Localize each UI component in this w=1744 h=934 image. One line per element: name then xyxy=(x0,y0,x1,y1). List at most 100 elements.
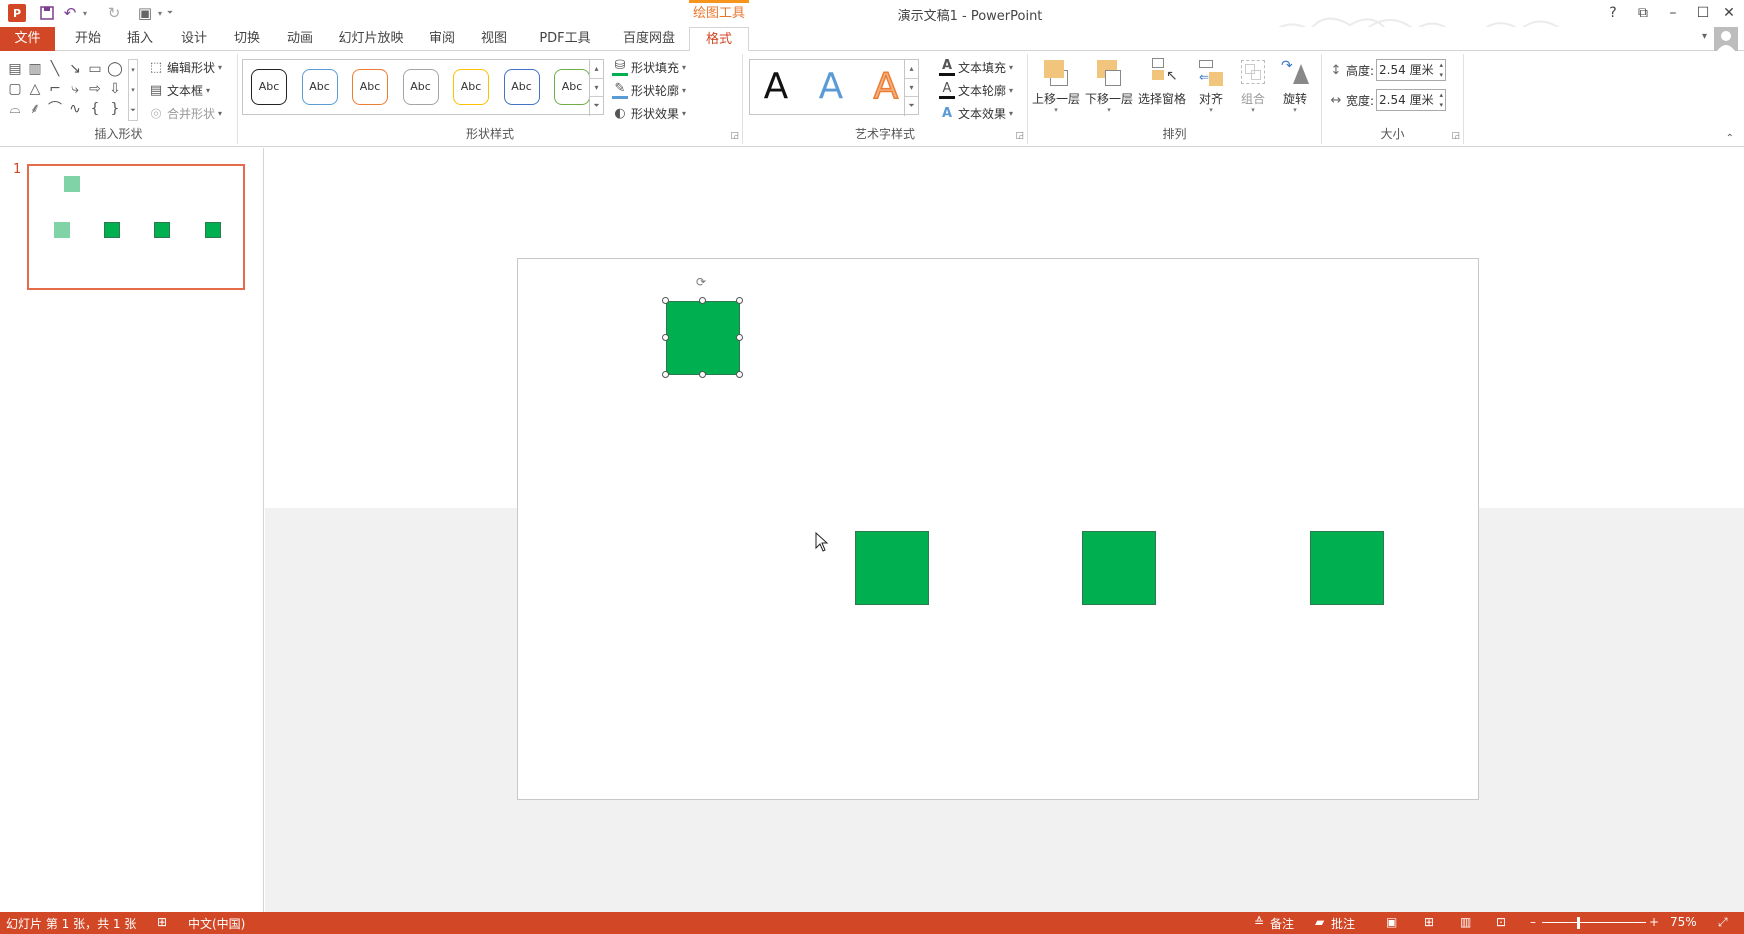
shape-option-icon[interactable]: ⤷ xyxy=(66,79,84,99)
height-spinner-icon[interactable]: ▴ ▾ xyxy=(1440,60,1444,80)
shape-style-option[interactable]: Abc xyxy=(301,69,338,105)
group-button[interactable]: 组合 ▾ xyxy=(1233,56,1273,116)
shape-fill-button[interactable]: ⛁ 形状填充 ▾ xyxy=(612,57,686,77)
normal-view-icon[interactable]: ▣ xyxy=(1386,915,1397,929)
shape-option-icon[interactable]: ╲ xyxy=(46,59,64,79)
edit-shape-button[interactable]: ⬚ 编辑形状 ▾ xyxy=(148,57,222,77)
spell-check-icon[interactable]: ⊞ xyxy=(157,915,167,929)
shapes-gallery[interactable]: ▤ ▥ ╲ ↘ ▭ ◯ ▢ △ ⌐ ⤷ ⇨ ⇩ ⌓ ⸙ ⌒ ∿{} xyxy=(6,59,128,119)
shape-option-icon[interactable]: ⌒ xyxy=(46,99,64,119)
shape-option-icon[interactable]: ⌓ xyxy=(6,99,24,119)
resize-handle[interactable] xyxy=(736,371,743,378)
height-input[interactable]: 2.54 厘米 ▴ ▾ xyxy=(1376,59,1447,81)
rotate-button[interactable]: ↷ 旋转 ▾ xyxy=(1275,56,1315,116)
bring-forward-button[interactable]: 上移一层 ▾ xyxy=(1032,56,1080,116)
save-icon[interactable] xyxy=(37,4,57,22)
redo-icon[interactable]: ↻ xyxy=(106,4,122,22)
slide-sorter-icon[interactable]: ⊞ xyxy=(1424,915,1434,929)
wordart-dialog-launcher-icon[interactable]: ◲ xyxy=(1015,131,1024,141)
send-backward-button[interactable]: 下移一层 ▾ xyxy=(1085,56,1133,116)
shape-style-option[interactable]: Abc xyxy=(402,69,439,105)
shape-styles-dialog-launcher-icon[interactable]: ◲ xyxy=(730,131,739,141)
selected-square-shape[interactable] xyxy=(666,301,740,375)
width-input[interactable]: 2.54 厘米 ▴ ▾ xyxy=(1376,89,1447,111)
more-wordart-icon[interactable]: ⏷ xyxy=(905,96,918,114)
tab-transitions[interactable]: 切换 xyxy=(227,27,267,51)
resize-handle[interactable] xyxy=(699,297,706,304)
slideshow-view-icon[interactable]: ⊡ xyxy=(1496,915,1506,929)
tab-review[interactable]: 审阅 xyxy=(422,27,462,51)
wordart-style-black[interactable]: A xyxy=(756,62,796,112)
scroll-down-icon[interactable]: ▾ xyxy=(905,78,918,96)
square-shape[interactable] xyxy=(855,531,929,605)
shape-style-option[interactable]: Abc xyxy=(554,69,590,105)
tab-animations[interactable]: 动画 xyxy=(280,27,320,51)
resize-handle[interactable] xyxy=(662,371,669,378)
shape-style-option[interactable]: Abc xyxy=(352,69,388,105)
tab-home[interactable]: 开始 xyxy=(68,27,108,51)
shape-style-option[interactable]: Abc xyxy=(251,69,287,105)
tab-format[interactable]: 格式 xyxy=(689,27,749,52)
language-indicator[interactable]: 中文(中国) xyxy=(188,915,245,932)
rotation-handle-icon[interactable]: ⟳ xyxy=(696,275,706,289)
customize-quick-access-icon[interactable]: ⏷ xyxy=(165,4,175,22)
slideshow-dropdown-icon[interactable]: ▾ xyxy=(155,4,165,22)
scroll-down-icon[interactable]: ▾ xyxy=(590,78,603,96)
shape-style-option[interactable]: Abc xyxy=(503,69,540,105)
square-shape[interactable] xyxy=(1310,531,1384,605)
wordart-style-blue[interactable]: A xyxy=(811,62,851,112)
scroll-up-icon[interactable]: ▴ xyxy=(590,60,603,78)
zoom-slider-thumb[interactable] xyxy=(1577,917,1580,929)
merge-shapes-button[interactable]: ◎ 合并形状 ▾ xyxy=(148,103,222,123)
close-button[interactable]: ✕ xyxy=(1714,3,1744,23)
align-button[interactable]: ⇐ 对齐 ▾ xyxy=(1191,56,1231,116)
shape-option-icon[interactable]: } xyxy=(106,99,124,119)
text-fill-button[interactable]: A 文本填充 ▾ xyxy=(939,57,1013,77)
shape-option-icon[interactable]: ↘ xyxy=(66,59,84,79)
collapse-ribbon-icon[interactable]: ⌃ xyxy=(1726,133,1734,144)
slide-thumbnail[interactable] xyxy=(27,164,245,290)
tab-file[interactable]: 文件 xyxy=(0,27,55,51)
text-effects-button[interactable]: A 文本效果 ▾ xyxy=(939,103,1013,123)
square-shape[interactable] xyxy=(1082,531,1156,605)
tab-design[interactable]: 设计 xyxy=(174,27,214,51)
shape-option-icon[interactable]: ⇨ xyxy=(86,79,104,99)
shape-option-icon[interactable]: ◯ xyxy=(106,59,124,79)
minimize-button[interactable]: – xyxy=(1658,3,1688,23)
comments-button[interactable]: 批注 xyxy=(1331,915,1355,932)
shape-effects-button[interactable]: ◐ 形状效果 ▾ xyxy=(612,103,686,123)
shape-option-icon[interactable]: ▤ xyxy=(6,59,24,79)
selection-pane-button[interactable]: ↖ 选择窗格 xyxy=(1138,56,1186,116)
undo-dropdown-icon[interactable]: ▾ xyxy=(80,4,90,22)
fit-slide-icon[interactable]: ⤢ xyxy=(1718,915,1728,930)
help-button[interactable]: ? xyxy=(1598,3,1628,23)
tab-slideshow[interactable]: 幻灯片放映 xyxy=(334,27,408,51)
text-outline-button[interactable]: A 文本轮廓 ▾ xyxy=(939,80,1013,100)
shapes-gallery-scroll[interactable]: ▾ ▾ ⏷ xyxy=(128,59,138,121)
shape-option-icon[interactable]: ▢ xyxy=(6,79,24,99)
notes-button[interactable]: 备注 xyxy=(1270,915,1294,932)
tab-baidu-netdisk[interactable]: 百度网盘 xyxy=(617,27,681,51)
shape-option-icon[interactable]: ∿ xyxy=(66,99,84,119)
undo-icon[interactable]: ↶ xyxy=(62,4,78,22)
tab-pdf-tools[interactable]: PDF工具集 xyxy=(530,27,600,69)
size-dialog-launcher-icon[interactable]: ◲ xyxy=(1451,131,1460,141)
zoom-level[interactable]: 75% xyxy=(1670,915,1697,929)
resize-handle[interactable] xyxy=(662,297,669,304)
shape-option-icon[interactable]: { xyxy=(86,99,104,119)
slideshow-from-beginning-icon[interactable]: ▣ xyxy=(136,4,154,22)
shape-option-icon[interactable]: ▭ xyxy=(86,59,104,79)
zoom-out-button[interactable]: – xyxy=(1530,915,1536,929)
shape-option-icon[interactable]: ⇩ xyxy=(106,79,124,99)
reading-view-icon[interactable]: ▥ xyxy=(1460,915,1471,929)
user-avatar-icon[interactable] xyxy=(1714,27,1738,51)
resize-handle[interactable] xyxy=(699,371,706,378)
shape-option-icon[interactable]: △ xyxy=(26,79,44,99)
zoom-slider-track[interactable] xyxy=(1542,922,1646,923)
scroll-up-icon[interactable]: ▴ xyxy=(905,60,918,78)
slide-canvas[interactable]: ⟳ xyxy=(517,258,1479,800)
ribbon-display-options-button[interactable]: ⧉ xyxy=(1628,3,1658,23)
more-styles-icon[interactable]: ⏷ xyxy=(590,96,603,114)
zoom-in-button[interactable]: + xyxy=(1649,915,1659,929)
shape-option-icon[interactable]: ⸙ xyxy=(26,99,44,119)
